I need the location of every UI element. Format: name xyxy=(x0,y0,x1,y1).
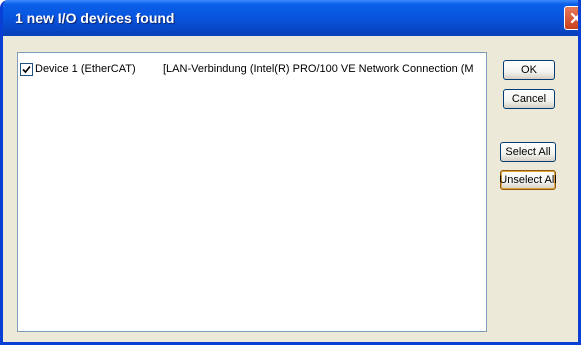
dialog-title: 1 new I/O devices found xyxy=(15,10,175,26)
close-icon xyxy=(570,12,578,24)
list-item[interactable]: Device 1 (EtherCAT) [LAN-Verbindung (Int… xyxy=(20,61,474,77)
close-button[interactable] xyxy=(564,6,578,30)
device-name: Device 1 (EtherCAT) xyxy=(35,63,136,75)
checkmark-icon xyxy=(22,65,31,73)
device-list[interactable]: Device 1 (EtherCAT) [LAN-Verbindung (Int… xyxy=(17,52,487,332)
cancel-button[interactable]: Cancel xyxy=(503,89,555,109)
ok-button[interactable]: OK xyxy=(503,60,555,80)
title-bar[interactable]: 1 new I/O devices found xyxy=(3,0,578,36)
unselect-all-button[interactable]: Unselect All xyxy=(499,170,557,190)
dialog-window: 1 new I/O devices found Device 1 (EtherC… xyxy=(0,0,581,345)
select-all-button[interactable]: Select All xyxy=(500,142,556,162)
device-checkbox[interactable] xyxy=(20,62,33,76)
device-adapter: [LAN-Verbindung (Intel(R) PRO/100 VE Net… xyxy=(163,63,474,75)
